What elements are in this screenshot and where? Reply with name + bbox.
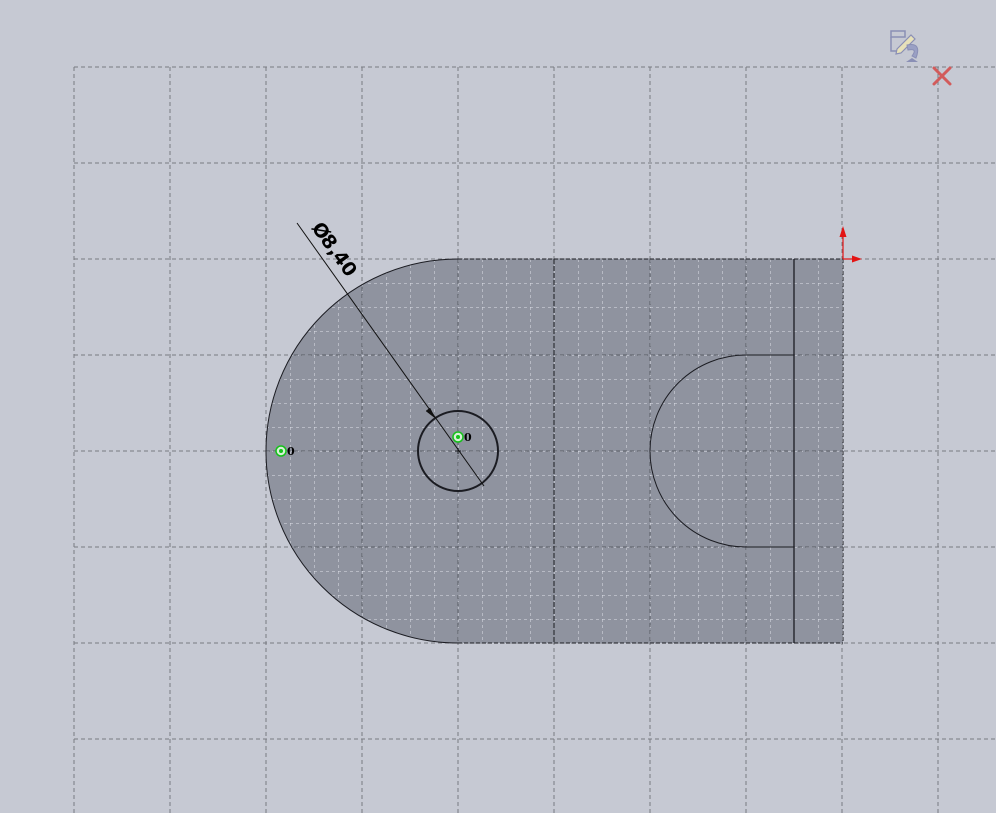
confirm-sketch-icon[interactable] <box>890 30 919 62</box>
dimension-value: 8,40 <box>316 230 361 281</box>
sketch-canvas[interactable]: Ø 8,40 0 0 <box>0 0 996 813</box>
relation-label: 0 <box>464 431 472 444</box>
part-face[interactable] <box>266 259 846 643</box>
coincident-relation-icon <box>452 431 464 443</box>
relation-label: 0 <box>287 445 295 458</box>
cancel-sketch-icon[interactable] <box>932 66 952 86</box>
origin-axes-icon <box>839 226 862 263</box>
coincident-relation-icon <box>275 445 287 457</box>
